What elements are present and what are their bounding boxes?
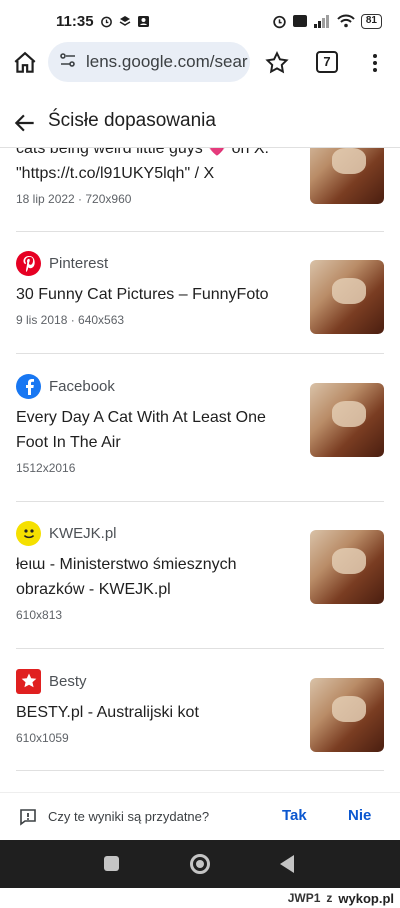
- result-thumbnail[interactable]: [310, 530, 384, 604]
- result-thumbnail[interactable]: [310, 383, 384, 457]
- more-menu-icon[interactable]: [366, 50, 384, 76]
- facebook-logo-icon: [16, 373, 41, 399]
- watermark-z: z: [326, 891, 333, 905]
- recents-icon[interactable]: [104, 856, 119, 871]
- source-name: Pinterest: [49, 254, 109, 272]
- page-header: Ścisłe dopasowania: [0, 98, 400, 148]
- result-title[interactable]: Every Day A Cat With At Least One Foot I…: [16, 405, 296, 455]
- wifi-icon: [337, 14, 355, 28]
- result-title[interactable]: BESTY.pl - Australijski kot: [16, 700, 296, 725]
- result-item[interactable]: KWEJK.pl łеιɯ - Ministerstwo śmiesznych …: [16, 520, 384, 622]
- result-item[interactable]: cats being weird little guys 💗 on X: "ht…: [16, 148, 384, 206]
- signal-icon: [313, 14, 331, 28]
- result-title[interactable]: 30 Funny Cat Pictures – FunnyFoto: [16, 282, 296, 307]
- source-name: Facebook: [49, 377, 115, 395]
- result-item[interactable]: Pinterest 30 Funny Cat Pictures – FunnyF…: [16, 250, 384, 334]
- divider: [16, 231, 384, 232]
- besty-star-logo-icon: [16, 668, 41, 694]
- status-right: 81: [272, 13, 382, 29]
- volte-icon: [292, 15, 307, 27]
- url-text: lens.google.com/sear: [86, 52, 248, 71]
- divider: [16, 353, 384, 354]
- layers-icon: [119, 15, 131, 27]
- watermark-user: JWP1: [287, 891, 321, 905]
- source-name: KWEJK.pl: [49, 524, 117, 542]
- home-nav-icon[interactable]: [190, 854, 210, 874]
- result-meta: 1512x2016: [16, 461, 76, 475]
- result-item[interactable]: Facebook Every Day A Cat With At Least O…: [16, 373, 384, 475]
- address-bar[interactable]: lens.google.com/sear: [48, 42, 250, 82]
- back-arrow-icon[interactable]: [12, 110, 38, 136]
- results-list: cats being weird little guys 💗 on X: "ht…: [0, 148, 400, 774]
- alarm-icon: [272, 14, 287, 29]
- result-title[interactable]: cats being weird little guys 💗 on X: "ht…: [16, 148, 296, 186]
- divider: [16, 770, 384, 771]
- home-icon[interactable]: [12, 50, 38, 76]
- watermark: JWP1 z wykop.pl: [0, 888, 400, 908]
- result-title[interactable]: łеιɯ - Ministerstwo śmiesznych obrazków …: [16, 552, 296, 602]
- divider: [16, 501, 384, 502]
- feedback-yes-button[interactable]: Tak: [282, 807, 307, 824]
- source-name: Besty: [49, 672, 87, 690]
- result-thumbnail[interactable]: [310, 678, 384, 752]
- page-title: Ścisłe dopasowania: [48, 110, 216, 131]
- status-bar: 11:35 81: [0, 0, 400, 42]
- status-left: 11:35: [56, 13, 150, 30]
- wykop-logo: wykop.pl: [338, 890, 394, 906]
- clock: 11:35: [56, 12, 94, 30]
- result-thumbnail[interactable]: [310, 260, 384, 334]
- browser-toolbar: lens.google.com/sear 7: [0, 42, 400, 84]
- result-item[interactable]: Besty BESTY.pl - Australijski kot 610x10…: [16, 668, 384, 752]
- tab-switcher-button[interactable]: 7: [316, 51, 338, 73]
- kwejk-smiley-logo-icon: [16, 520, 41, 546]
- site-settings-icon[interactable]: [58, 50, 78, 75]
- feedback-bar: Czy te wyniki są przydatne? Tak Nie: [0, 792, 400, 840]
- divider: [16, 648, 384, 649]
- result-thumbnail[interactable]: [310, 148, 384, 204]
- feedback-icon: [18, 807, 38, 827]
- system-nav-bar: [0, 840, 400, 888]
- contact-icon: [137, 15, 150, 28]
- battery-icon: 81: [360, 13, 382, 29]
- result-meta: 610x813: [16, 608, 63, 622]
- feedback-no-button[interactable]: Nie: [348, 807, 371, 824]
- pinterest-logo-icon: [16, 250, 41, 276]
- bookmark-star-icon[interactable]: [264, 50, 290, 76]
- alarm-icon: [100, 15, 113, 28]
- back-nav-icon[interactable]: [280, 855, 294, 873]
- feedback-question: Czy te wyniki są przydatne?: [48, 809, 210, 824]
